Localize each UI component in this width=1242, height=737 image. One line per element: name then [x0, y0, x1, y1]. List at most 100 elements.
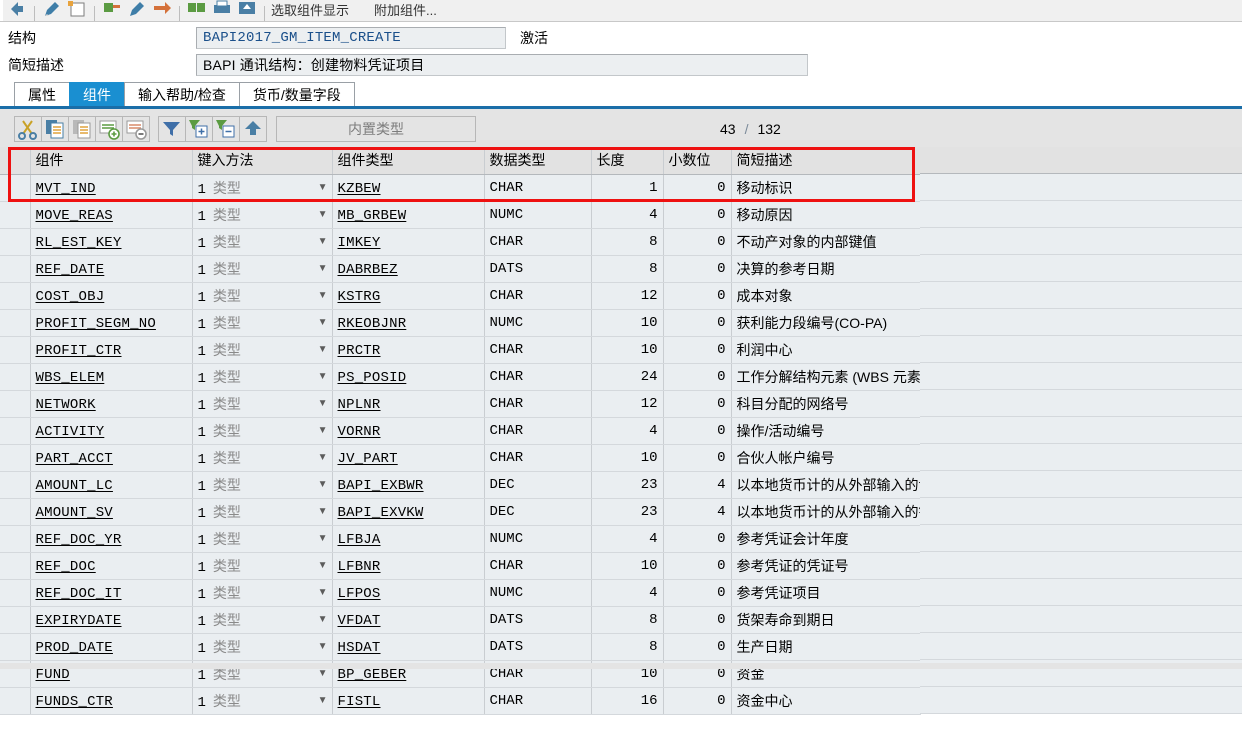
- row-selector-cell[interactable]: [0, 525, 31, 553]
- cell-component[interactable]: AMOUNT_LC: [30, 471, 193, 499]
- save-green-icon[interactable]: [101, 0, 123, 21]
- chevron-down-icon[interactable]: ▼: [318, 695, 328, 706]
- row-selector-cell[interactable]: [0, 579, 31, 607]
- print-icon[interactable]: [211, 0, 233, 21]
- cell-keying-method[interactable]: 1 类型 ▼: [192, 633, 333, 661]
- cell-component-type[interactable]: BAPI_EXBWR: [332, 471, 485, 499]
- cell-component-type[interactable]: DABRBEZ: [332, 255, 485, 283]
- cell-keying-method[interactable]: 1 类型 ▼: [192, 363, 333, 391]
- copy-icon[interactable]: [41, 116, 69, 142]
- cell-component[interactable]: NETWORK: [30, 390, 193, 418]
- builtin-type-button[interactable]: 内置类型: [276, 116, 476, 142]
- cell-component-type[interactable]: RKEOBJNR: [332, 309, 485, 337]
- component-type-link[interactable]: VORNR: [338, 424, 381, 440]
- row-selector-cell[interactable]: [0, 201, 31, 229]
- component-name-link[interactable]: PROFIT_SEGM_NO: [36, 316, 156, 332]
- cell-component[interactable]: MVT_IND: [30, 174, 193, 202]
- row-selector-cell[interactable]: [0, 444, 31, 472]
- tab-0[interactable]: 属性: [14, 82, 70, 106]
- cell-component[interactable]: FUNDS_CTR: [30, 687, 193, 715]
- component-type-link[interactable]: PRCTR: [338, 343, 381, 359]
- column-header-decimals[interactable]: 小数位: [663, 147, 732, 175]
- cell-keying-method[interactable]: 1 类型 ▼: [192, 579, 333, 607]
- cell-component[interactable]: EXPIRYDATE: [30, 606, 193, 634]
- component-type-link[interactable]: KZBEW: [338, 181, 381, 197]
- row-selector-cell[interactable]: [0, 309, 31, 337]
- tab-3[interactable]: 货币/数量字段: [238, 82, 355, 106]
- cell-component[interactable]: PROFIT_CTR: [30, 336, 193, 364]
- cell-component[interactable]: ACTIVITY: [30, 417, 193, 445]
- component-type-link[interactable]: LFBNR: [338, 559, 381, 575]
- table-row[interactable]: REF_DOC_YR 1 类型 ▼ LFBJA NUMC 4 0 参考凭证会计年度: [0, 525, 921, 553]
- cell-component-type[interactable]: VORNR: [332, 417, 485, 445]
- table-row[interactable]: AMOUNT_LC 1 类型 ▼ BAPI_EXBWR DEC 23 4 以本地货币计的从外部输…: [0, 471, 921, 499]
- component-name-link[interactable]: RL_EST_KEY: [36, 235, 122, 251]
- component-name-link[interactable]: WBS_ELEM: [36, 370, 105, 386]
- paste-icon[interactable]: [68, 116, 96, 142]
- cell-keying-method[interactable]: 1 类型 ▼: [192, 390, 333, 418]
- table-row[interactable]: AMOUNT_SV 1 类型 ▼ BAPI_EXVKW DEC 23 4 以本地货币计的从外部输…: [0, 498, 921, 526]
- component-type-link[interactable]: DABRBEZ: [338, 262, 398, 278]
- table-row[interactable]: REF_DOC 1 类型 ▼ LFBNR CHAR 10 0 参考凭证的凭证号: [0, 552, 921, 580]
- cell-keying-method[interactable]: 1 类型 ▼: [192, 498, 333, 526]
- chevron-down-icon[interactable]: ▼: [318, 317, 328, 328]
- component-name-link[interactable]: REF_DATE: [36, 262, 105, 278]
- column-header-component-type[interactable]: 组件类型: [332, 147, 485, 175]
- component-type-link[interactable]: RKEOBJNR: [338, 316, 407, 332]
- component-type-link[interactable]: MB_GRBEW: [338, 208, 407, 224]
- cell-keying-method[interactable]: 1 类型 ▼: [192, 228, 333, 256]
- append-icon[interactable]: [239, 116, 267, 142]
- component-name-link[interactable]: MOVE_REAS: [36, 208, 113, 224]
- cell-component-type[interactable]: VFDAT: [332, 606, 485, 634]
- component-type-link[interactable]: HSDAT: [338, 640, 381, 656]
- row-selector-cell[interactable]: [0, 417, 31, 445]
- table-row[interactable]: REF_DOC_IT 1 类型 ▼ LFPOS NUMC 4 0 参考凭证项目: [0, 579, 921, 607]
- table-row[interactable]: WBS_ELEM 1 类型 ▼ PS_POSID CHAR 24 0 工作分解结构元素 (WBS…: [0, 363, 921, 391]
- component-type-link[interactable]: LFBJA: [338, 532, 381, 548]
- tab-2[interactable]: 输入帮助/检查: [124, 82, 240, 106]
- toolbar-text-select-components[interactable]: 选取组件显示: [271, 0, 349, 21]
- cell-component[interactable]: WBS_ELEM: [30, 363, 193, 391]
- row-selector-cell[interactable]: [0, 228, 31, 256]
- check-pencil-icon[interactable]: [126, 0, 148, 21]
- cell-component-type[interactable]: LFPOS: [332, 579, 485, 607]
- cell-component-type[interactable]: LFBNR: [332, 552, 485, 580]
- row-selector-cell[interactable]: [0, 363, 31, 391]
- cell-component-type[interactable]: KZBEW: [332, 174, 485, 202]
- component-type-link[interactable]: PS_POSID: [338, 370, 407, 386]
- component-type-link[interactable]: LFPOS: [338, 586, 381, 602]
- cell-component-type[interactable]: IMKEY: [332, 228, 485, 256]
- chevron-down-icon[interactable]: ▼: [318, 425, 328, 436]
- table-row[interactable]: PROD_DATE 1 类型 ▼ HSDAT DATS 8 0 生产日期: [0, 633, 921, 661]
- table-row[interactable]: ACTIVITY 1 类型 ▼ VORNR CHAR 4 0 操作/活动编号: [0, 417, 921, 445]
- component-type-link[interactable]: NPLNR: [338, 397, 381, 413]
- component-name-link[interactable]: REF_DOC_YR: [36, 532, 122, 548]
- cell-component-type[interactable]: KSTRG: [332, 282, 485, 310]
- component-type-link[interactable]: JV_PART: [338, 451, 398, 467]
- chevron-down-icon[interactable]: ▼: [318, 560, 328, 571]
- cell-component[interactable]: REF_DOC_YR: [30, 525, 193, 553]
- row-selector-cell[interactable]: [0, 687, 31, 715]
- cell-component[interactable]: PROFIT_SEGM_NO: [30, 309, 193, 337]
- row-selector-cell[interactable]: [0, 498, 31, 526]
- cell-component-type[interactable]: MB_GRBEW: [332, 201, 485, 229]
- cut-icon[interactable]: [14, 116, 42, 142]
- toolbar-text-append-components[interactable]: 附加组件...: [374, 0, 437, 21]
- table-row[interactable]: EXPIRYDATE 1 类型 ▼ VFDAT DATS 8 0 货架寿命到期日: [0, 606, 921, 634]
- cell-component-type[interactable]: LFBJA: [332, 525, 485, 553]
- column-header-length[interactable]: 长度: [591, 147, 664, 175]
- column-header-keying-method[interactable]: 键入方法: [192, 147, 333, 175]
- cell-component[interactable]: REF_DOC_IT: [30, 579, 193, 607]
- chevron-down-icon[interactable]: ▼: [318, 587, 328, 598]
- chevron-down-icon[interactable]: ▼: [318, 668, 328, 679]
- column-header-component[interactable]: 组件: [30, 147, 193, 175]
- components-table[interactable]: 组件 键入方法 组件类型 数据类型 长度 小数位 简短描述 MVT_IND 1 类型…: [0, 147, 921, 715]
- component-name-link[interactable]: PART_ACCT: [36, 451, 113, 467]
- insert-row-icon[interactable]: [95, 116, 123, 142]
- row-selector-cell[interactable]: [0, 471, 31, 499]
- export-icon[interactable]: [236, 0, 258, 21]
- cell-keying-method[interactable]: 1 类型 ▼: [192, 606, 333, 634]
- component-type-link[interactable]: KSTRG: [338, 289, 381, 305]
- component-name-link[interactable]: EXPIRYDATE: [36, 613, 122, 629]
- cell-keying-method[interactable]: 1 类型 ▼: [192, 309, 333, 337]
